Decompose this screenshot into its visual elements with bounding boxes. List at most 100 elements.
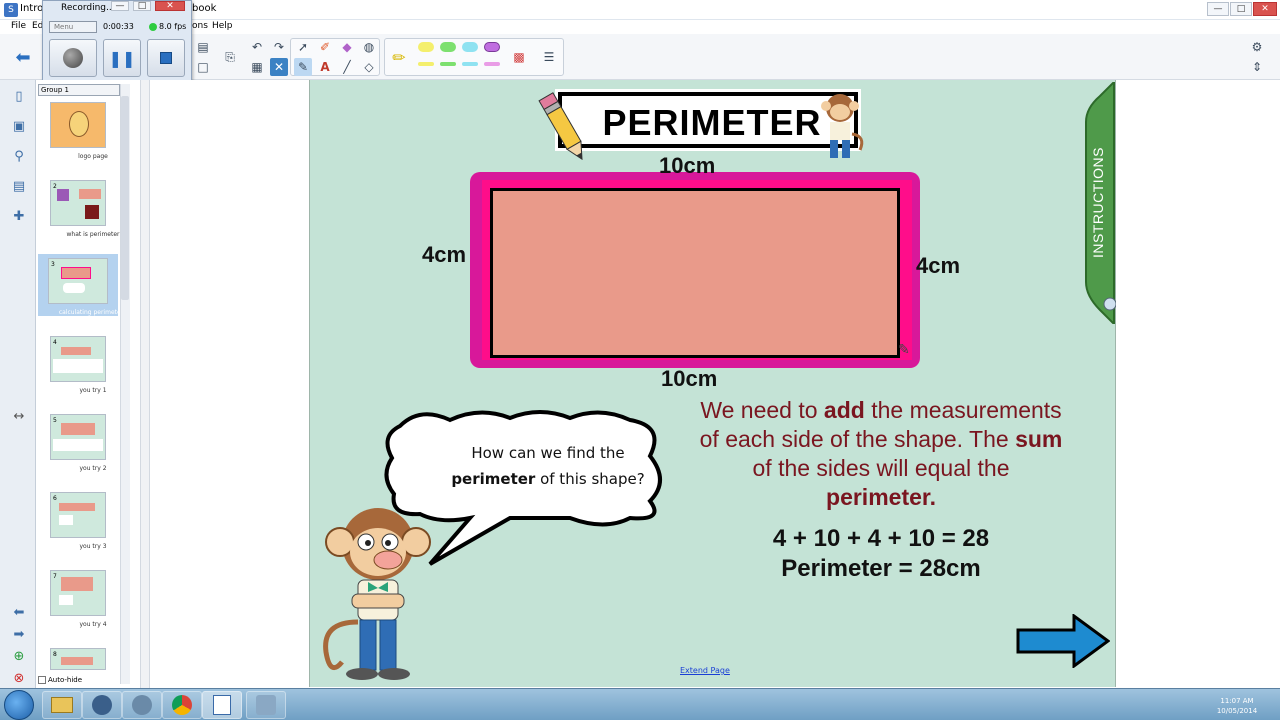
eraser-icon[interactable]: ◆	[338, 38, 356, 56]
fill-icon[interactable]: ◍	[360, 38, 378, 56]
page-thumb-7[interactable]: 7 you try 4	[50, 570, 107, 628]
page-thumb-1[interactable]: logo page	[50, 102, 108, 160]
creative-pen-icon[interactable]: ✐	[316, 38, 334, 56]
screen-shade-icon[interactable]: ▤	[194, 38, 212, 56]
page-thumb-5[interactable]: 5 you try 2	[50, 414, 107, 472]
bubble-text: How can we find the perimeter of this sh…	[418, 440, 678, 492]
dim-bottom: 10cm	[661, 366, 718, 391]
page-thumb-3[interactable]: 3 calculating perimeter	[48, 258, 123, 316]
menu-options[interactable]: ons	[192, 21, 208, 31]
explain-sum: sum	[1015, 426, 1063, 452]
chrome-icon[interactable]	[162, 691, 202, 719]
stop-button[interactable]	[147, 39, 185, 77]
redo-icon[interactable]: ↷	[270, 38, 288, 56]
page-sorter-icon[interactable]: ▯	[10, 88, 28, 106]
recorder-minimize-button[interactable]: —	[111, 1, 129, 11]
explorer-icon[interactable]	[42, 691, 82, 719]
shape-eraser-icon[interactable]: ◇	[360, 58, 378, 76]
explain-add: add	[823, 397, 865, 423]
recorder-fps: 8.0 fps	[159, 22, 187, 31]
select-icon[interactable]: ➚	[294, 38, 312, 56]
resize-pen-icon[interactable]: ✎	[898, 342, 910, 358]
recorder-close-button[interactable]: ✕	[155, 1, 185, 11]
tray-clock[interactable]: 11:07 AM 10/05/2014	[1210, 696, 1264, 716]
thumb-rect-icon	[59, 503, 95, 511]
delete-icon[interactable]: ✕	[270, 58, 288, 76]
resize-handle-icon[interactable]: ↔	[10, 408, 28, 426]
color-palette-icon[interactable]: ▩	[510, 48, 528, 66]
recorder-menu-button[interactable]: Menu	[49, 21, 97, 33]
thumb-rect-icon	[61, 267, 91, 279]
page-thumb-6[interactable]: 6 you try 3	[50, 492, 107, 550]
title-bar: S Introd book — □ ✕	[0, 0, 1280, 20]
table-icon[interactable]: ▦	[248, 58, 266, 76]
cyan-highlighter-icon[interactable]	[462, 42, 478, 52]
thumb-box-icon	[53, 359, 103, 373]
next-arrow-icon[interactable]	[1016, 614, 1110, 668]
green-highlighter-icon[interactable]	[440, 42, 456, 52]
capture-icon[interactable]: ⎘	[221, 48, 239, 66]
next-page-icon[interactable]: ➡	[10, 626, 28, 644]
addons-icon[interactable]: ✚	[10, 208, 28, 226]
page-thumb-4[interactable]: 4 you try 1	[50, 336, 107, 394]
pens-icon[interactable]: ✎	[294, 58, 312, 76]
thumb-box-icon	[53, 439, 103, 451]
back-arrow-icon[interactable]: ⬅	[14, 47, 32, 68]
page-number: 4	[53, 339, 57, 346]
main-toolbar: ⬅ ▤ □ ⎘ ↶ ▦ ↷ ✕ ➚ ✎ ✐ A ◆ ╱ ◍ ◇ ✏ ▩ ☰ ⚙ …	[0, 34, 1280, 80]
highlighter-icon[interactable]: ✏	[390, 48, 408, 67]
pause-button[interactable]: ❚❚	[103, 39, 141, 77]
recorder-app-icon[interactable]	[246, 691, 286, 719]
headset-app-icon[interactable]	[82, 691, 122, 719]
notebook-app-icon[interactable]	[202, 691, 242, 719]
purple-highlighter-icon[interactable]	[484, 42, 500, 52]
line-icon[interactable]: ╱	[338, 58, 356, 76]
app-icon: S	[4, 3, 18, 17]
menu-file[interactable]: File	[11, 21, 26, 31]
blank-icon[interactable]: □	[194, 58, 212, 76]
attachments-icon[interactable]: ⚲	[10, 148, 28, 166]
stop-icon	[160, 52, 172, 64]
toolbar-position-icon[interactable]: ⇕	[1248, 58, 1266, 76]
record-dot-icon	[63, 48, 83, 68]
maximize-button[interactable]: □	[1230, 2, 1252, 16]
green-line-icon[interactable]	[440, 62, 456, 66]
minimize-button[interactable]: —	[1207, 2, 1229, 16]
autohide-checkbox[interactable]	[38, 676, 46, 684]
perimeter-rectangle[interactable]	[490, 188, 900, 358]
properties-icon[interactable]: ▤	[10, 178, 28, 196]
gallery-icon[interactable]: ▣	[10, 118, 28, 136]
thumb-rect-icon	[79, 189, 101, 199]
previous-page-icon[interactable]: ⬅	[10, 604, 28, 622]
gear-icon[interactable]: ⚙	[1248, 38, 1266, 56]
recorder-maximize-button[interactable]: □	[133, 1, 151, 11]
close-button[interactable]: ✕	[1253, 2, 1277, 16]
line-style-icon[interactable]: ☰	[540, 48, 558, 66]
start-button[interactable]	[4, 690, 34, 720]
undo-icon[interactable]: ↶	[248, 38, 266, 56]
pink-line-icon[interactable]	[484, 62, 500, 66]
thumb-rect-icon	[61, 423, 95, 435]
extend-page-link[interactable]: Extend Page	[680, 666, 746, 675]
tool-app-icon[interactable]	[122, 691, 162, 719]
group-select[interactable]: Group 1	[38, 84, 120, 96]
thumb-bubble-icon	[63, 283, 85, 293]
cyan-line-icon[interactable]	[462, 62, 478, 66]
text-icon[interactable]: A	[316, 58, 334, 76]
yellow-highlighter-icon[interactable]	[418, 42, 434, 52]
panel-splitter[interactable]	[140, 80, 150, 688]
autohide-label: Auto-hide	[48, 676, 83, 684]
thumb-bubble-icon	[59, 595, 73, 605]
record-button[interactable]	[49, 39, 97, 77]
pencil-icon	[538, 92, 583, 161]
delete-page-icon[interactable]: ⊗	[10, 670, 28, 688]
yellow-line-icon[interactable]	[418, 62, 434, 66]
thumb-rect-icon	[61, 577, 93, 591]
add-page-icon[interactable]: ⊕	[10, 648, 28, 666]
page-number: 6	[53, 495, 57, 502]
page-thumb-2[interactable]: 2 what is perimeter	[50, 180, 120, 238]
menu-help[interactable]: Help	[212, 21, 233, 31]
dim-top: 10cm	[659, 153, 716, 178]
page-thumb-8[interactable]: 8	[50, 648, 106, 670]
sorter-scroll-thumb[interactable]	[121, 96, 129, 300]
